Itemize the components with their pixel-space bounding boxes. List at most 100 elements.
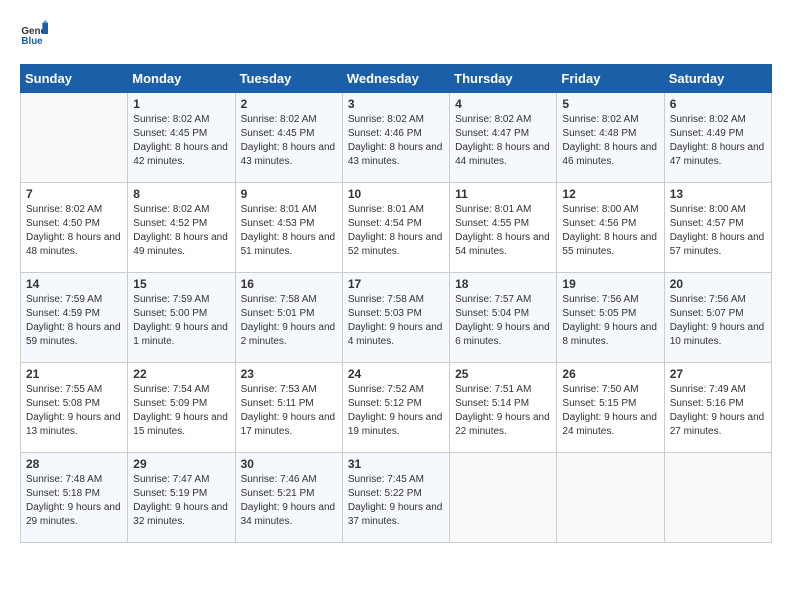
calendar-cell: 25 Sunrise: 7:51 AMSunset: 5:14 PMDaylig… <box>450 363 557 453</box>
day-number: 16 <box>241 277 337 291</box>
day-number: 17 <box>348 277 444 291</box>
calendar-cell: 14 Sunrise: 7:59 AMSunset: 4:59 PMDaylig… <box>21 273 128 363</box>
day-info: Sunrise: 7:51 AMSunset: 5:14 PMDaylight:… <box>455 383 551 439</box>
calendar-cell: 18 Sunrise: 7:57 AMSunset: 5:04 PMDaylig… <box>450 273 557 363</box>
day-info: Sunrise: 8:02 AMSunset: 4:52 PMDaylight:… <box>133 203 229 259</box>
weekday-header-monday: Monday <box>128 65 235 93</box>
day-info: Sunrise: 7:49 AMSunset: 5:16 PMDaylight:… <box>670 383 766 439</box>
day-number: 2 <box>241 97 337 111</box>
day-info: Sunrise: 7:57 AMSunset: 5:04 PMDaylight:… <box>455 293 551 349</box>
day-info: Sunrise: 7:58 AMSunset: 5:03 PMDaylight:… <box>348 293 444 349</box>
day-info: Sunrise: 7:54 AMSunset: 5:09 PMDaylight:… <box>133 383 229 439</box>
calendar-cell: 30 Sunrise: 7:46 AMSunset: 5:21 PMDaylig… <box>235 453 342 543</box>
day-number: 13 <box>670 187 766 201</box>
day-info: Sunrise: 8:02 AMSunset: 4:46 PMDaylight:… <box>348 113 444 169</box>
calendar-cell: 15 Sunrise: 7:59 AMSunset: 5:00 PMDaylig… <box>128 273 235 363</box>
calendar-cell: 7 Sunrise: 8:02 AMSunset: 4:50 PMDayligh… <box>21 183 128 273</box>
calendar-cell <box>21 93 128 183</box>
weekday-header-sunday: Sunday <box>21 65 128 93</box>
day-number: 10 <box>348 187 444 201</box>
day-info: Sunrise: 7:47 AMSunset: 5:19 PMDaylight:… <box>133 473 229 529</box>
weekday-header-thursday: Thursday <box>450 65 557 93</box>
day-number: 8 <box>133 187 229 201</box>
calendar-cell: 23 Sunrise: 7:53 AMSunset: 5:11 PMDaylig… <box>235 363 342 453</box>
day-info: Sunrise: 7:59 AMSunset: 4:59 PMDaylight:… <box>26 293 122 349</box>
calendar-cell: 2 Sunrise: 8:02 AMSunset: 4:45 PMDayligh… <box>235 93 342 183</box>
logo: General Blue <box>20 20 52 48</box>
day-info: Sunrise: 7:52 AMSunset: 5:12 PMDaylight:… <box>348 383 444 439</box>
day-number: 31 <box>348 457 444 471</box>
day-number: 23 <box>241 367 337 381</box>
day-number: 9 <box>241 187 337 201</box>
svg-text:Blue: Blue <box>21 36 43 47</box>
calendar-cell <box>664 453 771 543</box>
calendar-cell: 19 Sunrise: 7:56 AMSunset: 5:05 PMDaylig… <box>557 273 664 363</box>
day-number: 25 <box>455 367 551 381</box>
calendar-cell: 4 Sunrise: 8:02 AMSunset: 4:47 PMDayligh… <box>450 93 557 183</box>
day-number: 14 <box>26 277 122 291</box>
day-number: 11 <box>455 187 551 201</box>
calendar-cell: 24 Sunrise: 7:52 AMSunset: 5:12 PMDaylig… <box>342 363 449 453</box>
calendar-cell: 12 Sunrise: 8:00 AMSunset: 4:56 PMDaylig… <box>557 183 664 273</box>
day-info: Sunrise: 7:58 AMSunset: 5:01 PMDaylight:… <box>241 293 337 349</box>
calendar-cell: 11 Sunrise: 8:01 AMSunset: 4:55 PMDaylig… <box>450 183 557 273</box>
day-info: Sunrise: 7:53 AMSunset: 5:11 PMDaylight:… <box>241 383 337 439</box>
day-number: 22 <box>133 367 229 381</box>
day-number: 5 <box>562 97 658 111</box>
day-info: Sunrise: 8:01 AMSunset: 4:55 PMDaylight:… <box>455 203 551 259</box>
day-info: Sunrise: 7:45 AMSunset: 5:22 PMDaylight:… <box>348 473 444 529</box>
calendar-cell: 29 Sunrise: 7:47 AMSunset: 5:19 PMDaylig… <box>128 453 235 543</box>
day-number: 30 <box>241 457 337 471</box>
day-number: 1 <box>133 97 229 111</box>
weekday-header-friday: Friday <box>557 65 664 93</box>
day-number: 24 <box>348 367 444 381</box>
calendar-cell: 13 Sunrise: 8:00 AMSunset: 4:57 PMDaylig… <box>664 183 771 273</box>
day-number: 21 <box>26 367 122 381</box>
calendar-cell <box>450 453 557 543</box>
page-header: General Blue <box>20 20 772 48</box>
calendar-cell: 10 Sunrise: 8:01 AMSunset: 4:54 PMDaylig… <box>342 183 449 273</box>
calendar-cell: 20 Sunrise: 7:56 AMSunset: 5:07 PMDaylig… <box>664 273 771 363</box>
calendar-cell: 1 Sunrise: 8:02 AMSunset: 4:45 PMDayligh… <box>128 93 235 183</box>
day-number: 6 <box>670 97 766 111</box>
calendar-cell: 28 Sunrise: 7:48 AMSunset: 5:18 PMDaylig… <box>21 453 128 543</box>
day-info: Sunrise: 8:02 AMSunset: 4:45 PMDaylight:… <box>241 113 337 169</box>
day-number: 3 <box>348 97 444 111</box>
calendar-cell: 22 Sunrise: 7:54 AMSunset: 5:09 PMDaylig… <box>128 363 235 453</box>
calendar-cell: 27 Sunrise: 7:49 AMSunset: 5:16 PMDaylig… <box>664 363 771 453</box>
calendar-cell: 9 Sunrise: 8:01 AMSunset: 4:53 PMDayligh… <box>235 183 342 273</box>
calendar-cell: 31 Sunrise: 7:45 AMSunset: 5:22 PMDaylig… <box>342 453 449 543</box>
weekday-header-wednesday: Wednesday <box>342 65 449 93</box>
calendar-cell <box>557 453 664 543</box>
day-info: Sunrise: 8:02 AMSunset: 4:48 PMDaylight:… <box>562 113 658 169</box>
day-number: 7 <box>26 187 122 201</box>
day-number: 27 <box>670 367 766 381</box>
day-info: Sunrise: 8:00 AMSunset: 4:56 PMDaylight:… <box>562 203 658 259</box>
calendar-table: SundayMondayTuesdayWednesdayThursdayFrid… <box>20 64 772 543</box>
weekday-header-tuesday: Tuesday <box>235 65 342 93</box>
day-info: Sunrise: 8:02 AMSunset: 4:49 PMDaylight:… <box>670 113 766 169</box>
day-info: Sunrise: 8:02 AMSunset: 4:50 PMDaylight:… <box>26 203 122 259</box>
day-number: 28 <box>26 457 122 471</box>
calendar-cell: 3 Sunrise: 8:02 AMSunset: 4:46 PMDayligh… <box>342 93 449 183</box>
day-info: Sunrise: 8:02 AMSunset: 4:47 PMDaylight:… <box>455 113 551 169</box>
day-info: Sunrise: 7:56 AMSunset: 5:07 PMDaylight:… <box>670 293 766 349</box>
day-number: 19 <box>562 277 658 291</box>
day-number: 29 <box>133 457 229 471</box>
day-info: Sunrise: 7:46 AMSunset: 5:21 PMDaylight:… <box>241 473 337 529</box>
day-info: Sunrise: 7:55 AMSunset: 5:08 PMDaylight:… <box>26 383 122 439</box>
day-info: Sunrise: 7:50 AMSunset: 5:15 PMDaylight:… <box>562 383 658 439</box>
day-info: Sunrise: 8:01 AMSunset: 4:53 PMDaylight:… <box>241 203 337 259</box>
day-info: Sunrise: 7:59 AMSunset: 5:00 PMDaylight:… <box>133 293 229 349</box>
day-info: Sunrise: 8:02 AMSunset: 4:45 PMDaylight:… <box>133 113 229 169</box>
calendar-cell: 6 Sunrise: 8:02 AMSunset: 4:49 PMDayligh… <box>664 93 771 183</box>
day-number: 26 <box>562 367 658 381</box>
calendar-cell: 5 Sunrise: 8:02 AMSunset: 4:48 PMDayligh… <box>557 93 664 183</box>
day-info: Sunrise: 7:48 AMSunset: 5:18 PMDaylight:… <box>26 473 122 529</box>
weekday-header-saturday: Saturday <box>664 65 771 93</box>
day-number: 18 <box>455 277 551 291</box>
day-number: 15 <box>133 277 229 291</box>
day-number: 20 <box>670 277 766 291</box>
day-number: 12 <box>562 187 658 201</box>
calendar-cell: 26 Sunrise: 7:50 AMSunset: 5:15 PMDaylig… <box>557 363 664 453</box>
